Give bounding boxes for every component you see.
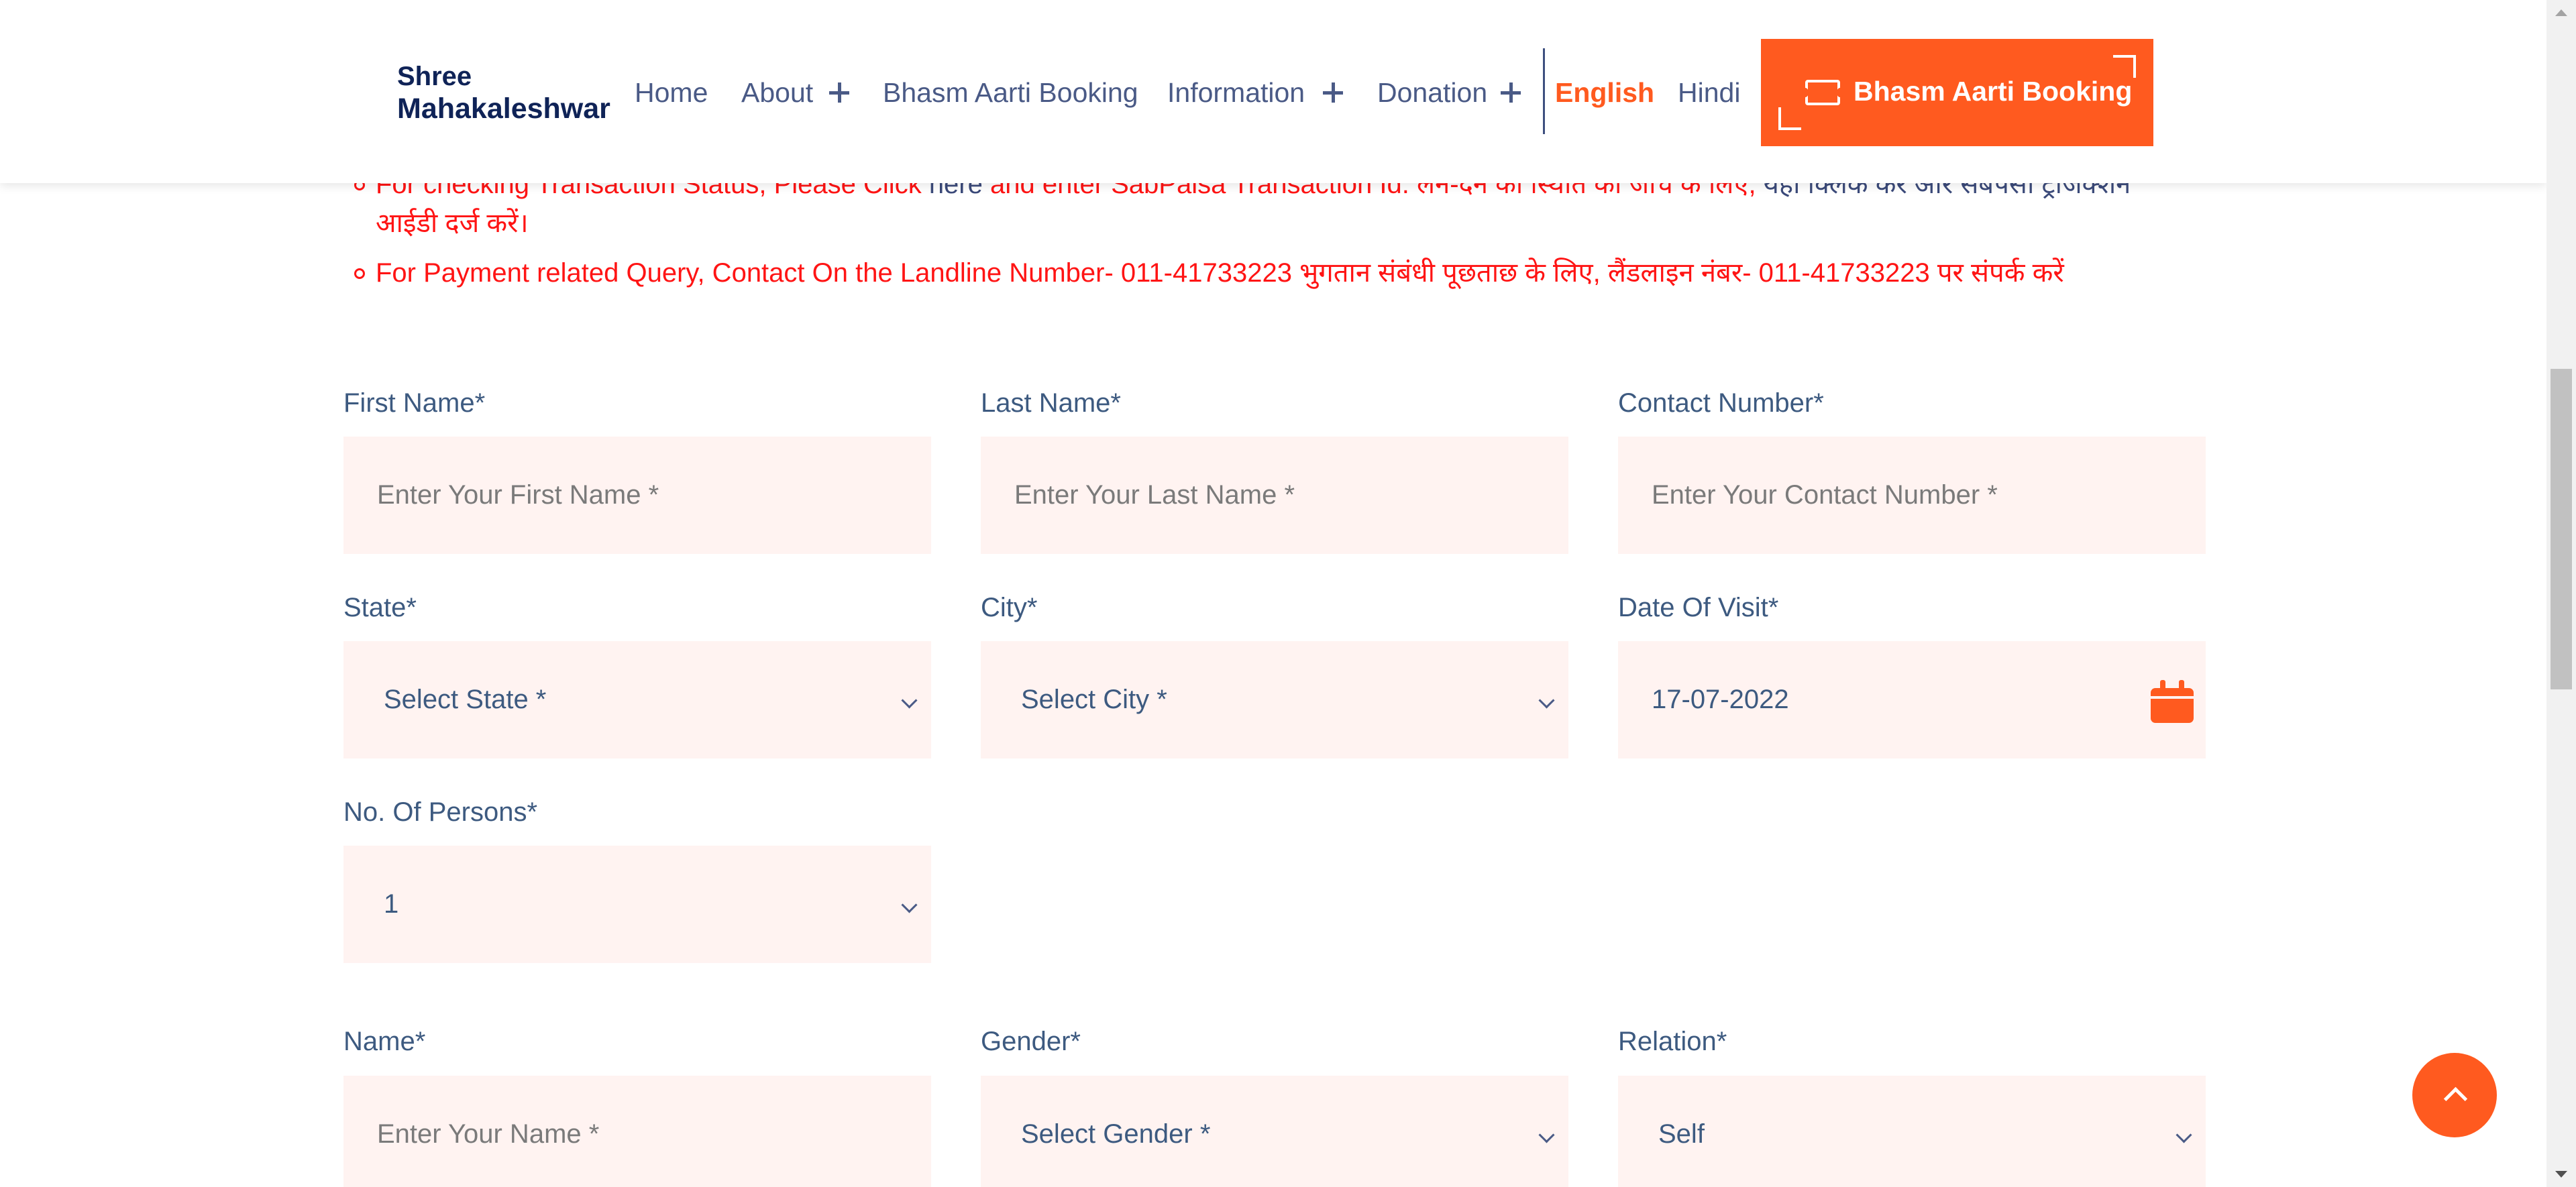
corner-decoration — [1778, 107, 1801, 130]
site-logo[interactable]: Shree Mahakaleshwar — [397, 60, 612, 125]
language-divider — [1543, 48, 1545, 134]
site-header: Shree Mahakaleshwar Home About Bhasm Aar… — [0, 0, 2546, 183]
city-select[interactable]: Select City * — [981, 641, 1568, 758]
state-select[interactable]: Select State * — [343, 641, 931, 758]
persons-select[interactable]: 1 — [343, 846, 931, 963]
gender-select[interactable]: Select Gender * — [981, 1076, 1568, 1187]
state-label: State* — [343, 593, 417, 622]
about-expand-icon[interactable] — [829, 74, 849, 111]
relation-label: Relation* — [1618, 1027, 1727, 1056]
nav-bhasm-aarti-booking[interactable]: Bhasm Aarti Booking — [883, 74, 1138, 111]
scroll-up-arrow-icon[interactable] — [2555, 9, 2567, 16]
ticket-icon — [1802, 80, 1843, 105]
first-name-input[interactable] — [343, 437, 931, 554]
nav-information[interactable]: Information — [1167, 74, 1305, 111]
chevron-down-icon — [1538, 692, 1555, 709]
scroll-to-top-button[interactable] — [2412, 1053, 2497, 1137]
donation-expand-icon[interactable] — [1501, 74, 1521, 111]
information-expand-icon[interactable] — [1323, 74, 1343, 111]
lang-english[interactable]: English — [1555, 74, 1654, 111]
contact-number-label: Contact Number* — [1618, 388, 1824, 418]
name-label: Name* — [343, 1027, 426, 1056]
calendar-icon[interactable] — [2151, 680, 2194, 723]
chevron-up-icon — [2443, 1086, 2468, 1111]
nav-about[interactable]: About — [741, 74, 813, 111]
gender-label: Gender* — [981, 1027, 1081, 1056]
lang-hindi[interactable]: Hindi — [1678, 74, 1740, 111]
first-name-label: First Name* — [343, 388, 486, 418]
persons-label: No. Of Persons* — [343, 797, 538, 827]
vertical-scrollbar[interactable] — [2546, 0, 2576, 1187]
last-name-label: Last Name* — [981, 388, 1121, 418]
page: For checking Transaction Status, Please … — [0, 0, 2546, 1187]
chevron-down-icon — [1538, 1127, 1555, 1143]
nav-home[interactable]: Home — [635, 74, 708, 111]
name-input[interactable] — [343, 1076, 931, 1187]
city-label: City* — [981, 593, 1038, 622]
last-name-input[interactable] — [981, 437, 1568, 554]
bhasm-aarti-booking-button[interactable]: Bhasm Aarti Booking — [1761, 39, 2153, 146]
contact-number-input[interactable] — [1618, 437, 2206, 554]
bullet-icon — [354, 268, 365, 279]
scroll-down-arrow-icon[interactable] — [2555, 1171, 2567, 1178]
date-of-visit-label: Date Of Visit* — [1618, 593, 1779, 622]
chevron-down-icon — [2176, 1127, 2192, 1143]
relation-select[interactable]: Self — [1618, 1076, 2206, 1187]
chevron-down-icon — [901, 897, 918, 913]
chevron-down-icon — [901, 692, 918, 709]
scrollbar-thumb[interactable] — [2551, 369, 2572, 689]
nav-donation[interactable]: Donation — [1377, 74, 1487, 111]
date-of-visit-input[interactable]: 17-07-2022 — [1618, 641, 2206, 758]
